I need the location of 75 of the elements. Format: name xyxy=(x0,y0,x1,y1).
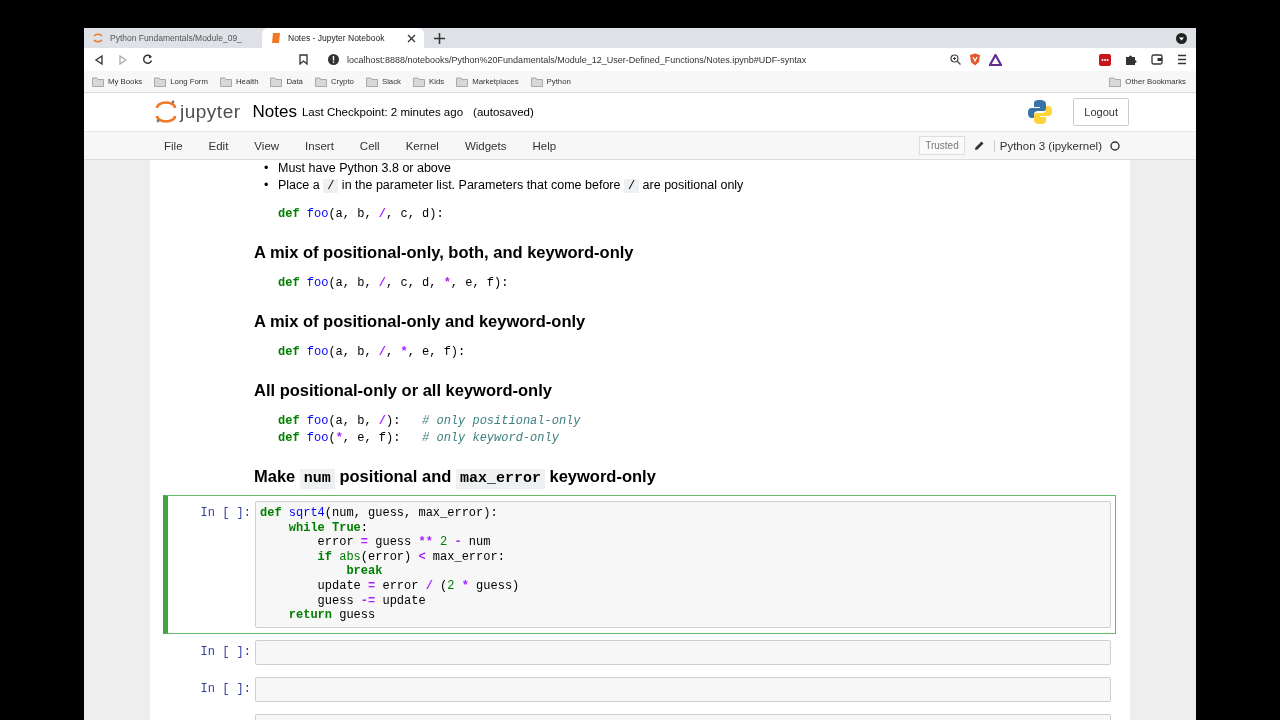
jupyter-logo[interactable]: jupyter xyxy=(155,99,241,125)
zoom-icon[interactable] xyxy=(950,54,961,65)
code-line: def foo(a, b, /, c, d): xyxy=(278,206,445,223)
book-icon xyxy=(270,32,282,44)
section-heading: All positional-only or all keyword-only xyxy=(254,380,553,401)
menu-icon[interactable] xyxy=(1177,54,1187,65)
bullet-text: Place a / in the parameter list. Parameters that come before / are positional only xyxy=(278,177,744,195)
folder-icon xyxy=(1109,76,1122,87)
folder-icon xyxy=(456,76,469,87)
code-line: def foo(a, b, /, *, e, f): xyxy=(278,344,467,361)
checkpoint-status: Last Checkpoint: 2 minutes ago xyxy=(301,106,464,118)
code-line: def foo(*, e, f): # only keyword-only xyxy=(278,430,560,447)
input-prompt: In [ ]: xyxy=(199,643,252,659)
menu-item[interactable]: Cell xyxy=(359,139,393,152)
folder-icon xyxy=(219,76,232,87)
folder-icon xyxy=(413,76,425,87)
code-line: update = error / (2 * guess) xyxy=(316,578,521,594)
wallet-icon[interactable] xyxy=(1151,54,1163,65)
section-heading: Make num positional and max_error keyword-only xyxy=(254,466,657,489)
extension-icon[interactable] xyxy=(1099,53,1111,66)
info-icon xyxy=(328,54,339,65)
code-line: def foo(a, b, /, c, d, *, e, f): xyxy=(278,275,510,292)
bullet-marker: • xyxy=(264,160,270,177)
input-prompt: In [ ]: xyxy=(199,505,252,520)
browser-tab[interactable]: Notes - Jupyter Notebook xyxy=(262,28,424,48)
code-line: if abs(error) < max_error: xyxy=(316,549,506,565)
kernel-name[interactable]: Python 3 (ipykernel) xyxy=(993,139,1102,152)
plus-icon[interactable] xyxy=(434,32,445,44)
notebook-name[interactable]: Notes xyxy=(252,102,297,122)
menu-item[interactable]: Insert xyxy=(305,139,347,152)
back-icon[interactable] xyxy=(94,54,104,65)
code-line: error = guess ** 2 - num xyxy=(316,535,492,550)
folder-icon xyxy=(92,76,104,87)
autosave-status: (autosaved) xyxy=(473,106,534,118)
reload-icon[interactable] xyxy=(142,54,153,65)
menu-item[interactable]: Kernel xyxy=(405,139,452,152)
menu-item[interactable]: View xyxy=(254,139,293,152)
code-line: guess -= update xyxy=(316,593,427,609)
code-line: break xyxy=(345,564,384,579)
code-input[interactable]: def sqrt4(num, guess, max_error): while True: error = guess ** 2 - num if abs(error) < max_error: break update = error / (2 * guess) guess -= update return guess xyxy=(255,501,1111,628)
folder-icon xyxy=(530,76,543,87)
folder-icon xyxy=(270,76,283,87)
code-line: def sqrt4(num, guess, max_error): xyxy=(260,506,499,521)
bullet-text: Must have Python 3.8 or above xyxy=(278,160,452,177)
code-cell[interactable]: In [ ]: def sqrt4(num, guess, max_error): while True: error = guess ** 2 - num if abs(error) < max_error: break update = error / (2 * guess) guess -= update return guess xyxy=(163,495,1116,634)
menu-item[interactable]: Help xyxy=(532,139,570,152)
code-cell[interactable]: In [ ]: xyxy=(163,633,1116,671)
menu-item[interactable]: Widgets xyxy=(464,139,520,152)
triangle-icon[interactable] xyxy=(989,53,1002,66)
code-input[interactable] xyxy=(255,676,1111,702)
close-icon[interactable] xyxy=(407,33,416,43)
code-line: return guess xyxy=(287,608,377,623)
code-line: def foo(a, b, /): # only positional-only xyxy=(278,413,582,430)
folder-icon xyxy=(314,76,327,87)
code-line: while True: xyxy=(287,520,370,536)
puzzle-icon[interactable] xyxy=(1125,53,1137,66)
browser-tab[interactable]: Python Fundamentals/Module_09_ xyxy=(84,28,262,48)
trusted-badge[interactable]: Trusted xyxy=(919,136,965,155)
section-heading: A mix of positional-only, both, and keyword-only xyxy=(254,242,635,263)
section-heading: A mix of positional-only and keyword-only xyxy=(254,311,587,332)
python-logo-icon xyxy=(1027,99,1054,125)
code-cell[interactable]: In [ ]: xyxy=(163,670,1116,708)
folder-icon xyxy=(365,76,378,87)
bullet-marker: • xyxy=(264,177,270,194)
menu-item[interactable]: Edit xyxy=(208,139,242,152)
menu-item[interactable]: File xyxy=(164,139,196,152)
shield-icon[interactable] xyxy=(969,53,981,66)
folder-icon xyxy=(154,76,167,87)
pencil-icon[interactable] xyxy=(973,140,985,151)
jupyter-logo-icon xyxy=(92,32,104,44)
code-input[interactable] xyxy=(255,639,1111,665)
input-prompt: In [ ]: xyxy=(199,680,252,696)
logout-button[interactable]: Logout xyxy=(1073,98,1129,126)
dropdown-icon[interactable] xyxy=(1176,32,1187,44)
bookmark-icon[interactable] xyxy=(299,54,308,65)
